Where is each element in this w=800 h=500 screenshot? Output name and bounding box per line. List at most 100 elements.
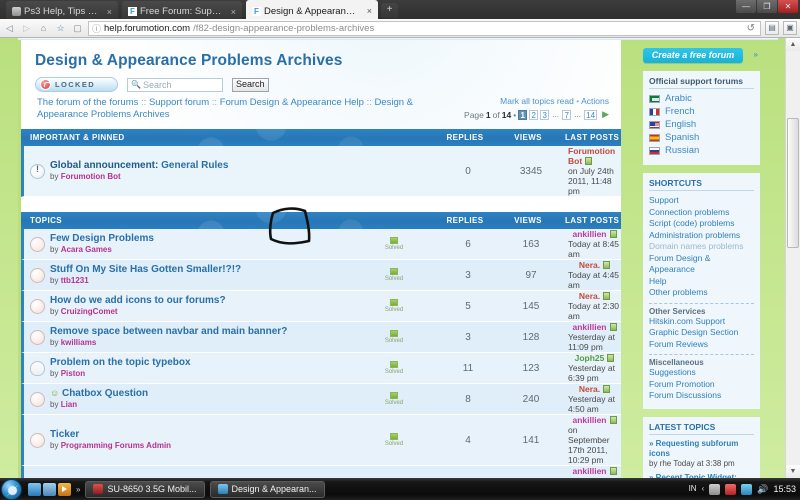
page-button-3[interactable]: 3 <box>540 109 550 120</box>
language-indicator[interactable]: IN <box>689 484 697 495</box>
mark-all-topics-read-link[interactable]: Mark all topics read <box>500 96 574 106</box>
volume-icon[interactable]: 🔊 <box>757 484 768 495</box>
page-button-2[interactable]: 2 <box>529 109 539 120</box>
last-post-user[interactable]: ankillien <box>572 229 606 239</box>
jump-to-post-icon[interactable] <box>609 230 617 238</box>
reading-list-icon[interactable]: ▢ <box>71 22 84 35</box>
last-post-user[interactable]: Nera. <box>579 260 600 270</box>
overflow-chevron-icon[interactable]: » <box>76 485 80 494</box>
table-row[interactable]: Global announcement: General Rules by Fo… <box>21 146 621 197</box>
author-name[interactable]: CruizingComet <box>61 307 118 316</box>
sidebar-item-connection-problems[interactable]: Connection problems <box>649 207 754 219</box>
announcement-title[interactable]: General Rules <box>161 160 228 171</box>
row-title[interactable]: Ticker <box>50 429 171 440</box>
author-name[interactable]: ttb1231 <box>61 276 89 285</box>
row-title[interactable]: Problem on the topic typebox <box>50 357 191 368</box>
taskbar-button-modem[interactable]: SU-8650 3.5G Mobil... <box>85 480 205 498</box>
sidebar-item-help[interactable]: Help <box>649 276 754 288</box>
sidebar-item-forum-promotion[interactable]: Forum Promotion <box>649 379 754 391</box>
last-post-user[interactable]: ankillien <box>572 466 606 476</box>
browser-tab-3-active[interactable]: F Design & Appearance Pr... × <box>246 0 378 19</box>
antivirus-icon[interactable] <box>725 483 737 495</box>
show-hidden-icons-icon[interactable]: ‹ <box>702 484 705 495</box>
latest-topic-title[interactable]: » Requesting subforum icons <box>649 439 738 458</box>
row-title[interactable]: ☺ Chatbox Question <box>50 388 148 399</box>
create-free-forum-button[interactable]: Create a free forum <box>643 48 743 63</box>
table-row[interactable]: Stuff On My Site Has Gotten Smaller!?!? b… <box>21 260 621 291</box>
sidebar-item-suggestions[interactable]: Suggestions <box>649 367 754 379</box>
actions-link[interactable]: Actions <box>581 96 609 106</box>
author-name[interactable]: Programming Forums Admin <box>61 441 171 450</box>
row-title[interactable]: Stuff On My Site Has Gotten Smaller!?!? <box>50 264 241 275</box>
bookmark-star-icon[interactable]: ☆ <box>54 22 67 35</box>
sidebar-item-french[interactable]: French <box>649 106 754 117</box>
author-name[interactable]: Piston <box>61 369 85 378</box>
sidebar-item-graphic-design-section[interactable]: Graphic Design Section <box>649 327 754 339</box>
scrollbar-thumb[interactable] <box>787 118 799 248</box>
maximize-button[interactable]: ❐ <box>757 0 777 13</box>
author-name[interactable]: Forumotion Bot <box>61 172 121 181</box>
browser-tab-1[interactable]: Ps3 Help, Tips & Tricks × <box>6 1 118 19</box>
row-title[interactable]: Remove space between navbar and main ban… <box>50 326 287 337</box>
page-button-1[interactable]: 1 <box>518 109 528 120</box>
forward-icon[interactable]: ▷ <box>20 22 33 35</box>
next-page-icon[interactable]: ▶ <box>602 109 609 120</box>
breadcrumb-item-0[interactable]: The forum of the forums <box>37 97 138 108</box>
sidebar-item-administration-problems[interactable]: Administration problems <box>649 230 754 242</box>
reading-view-button[interactable]: ▤ <box>765 21 779 35</box>
close-icon[interactable]: × <box>226 7 236 17</box>
jump-to-post-icon[interactable] <box>609 323 617 331</box>
address-bar[interactable]: ⓘ help.forumotion.com/f82-design-appeara… <box>88 20 761 36</box>
sidebar-item-arabic[interactable]: Arabic <box>649 93 754 104</box>
search-input[interactable]: 🔍 Search <box>127 77 223 92</box>
start-button[interactable] <box>1 478 22 500</box>
jump-to-post-icon[interactable] <box>609 467 617 475</box>
last-post-user[interactable]: Nera. <box>579 291 600 301</box>
author-name[interactable]: kwilliams <box>61 338 97 347</box>
breadcrumb-item-2[interactable]: Forum Design & Appearance Help <box>220 97 364 108</box>
search-button[interactable]: Search <box>232 77 269 92</box>
row-title[interactable]: How do we add icons to our forums? <box>50 295 226 306</box>
jump-to-post-icon[interactable] <box>585 157 593 165</box>
table-row[interactable]: Problem on the topic typebox by Piston Sol… <box>21 353 621 384</box>
table-row[interactable]: Ticker by Programming Forums Admin Solved 4… <box>21 415 621 466</box>
sidebar-item-forum-design-appearance[interactable]: Forum Design & Appearance <box>649 253 754 276</box>
media-player-icon[interactable] <box>58 482 71 496</box>
list-item[interactable]: » Requesting subforum icons by rhe Today … <box>649 439 754 469</box>
sidebar-item-russian[interactable]: Russian <box>649 145 754 156</box>
home-icon[interactable]: ⌂ <box>37 22 50 35</box>
new-tab-button[interactable]: + <box>381 3 398 18</box>
taskbar-button-browser[interactable]: Design & Appearan... <box>209 480 325 498</box>
scroll-up-icon[interactable]: ▲ <box>786 38 800 51</box>
page-button-14[interactable]: 14 <box>584 109 598 120</box>
browser-tab-2[interactable]: F Free Forum: Support For... × <box>122 1 242 19</box>
sidebar-item-english[interactable]: English <box>649 119 754 130</box>
pane-button[interactable]: ▣ <box>783 21 797 35</box>
row-title[interactable]: Few Design Problems <box>50 233 154 244</box>
last-post-user[interactable]: ankillien <box>572 415 606 425</box>
sidebar-item-script-code-problems[interactable]: Script (code) problems <box>649 218 754 230</box>
breadcrumb-item-1[interactable]: Support forum <box>149 97 209 108</box>
table-row[interactable]: How do we add icons to our forums? by Cru… <box>21 291 621 322</box>
sidebar-item-forum-discussions[interactable]: Forum Discussions <box>649 390 754 402</box>
page-scrollbar[interactable]: ▲ ▼ <box>785 38 800 478</box>
jump-to-post-icon[interactable] <box>603 385 611 393</box>
sidebar-item-support[interactable]: Support <box>649 195 754 207</box>
jump-to-post-icon[interactable] <box>609 416 617 424</box>
row-title[interactable]: Global announcement: General Rules <box>50 160 228 171</box>
sidebar-item-forum-reviews[interactable]: Forum Reviews <box>649 339 754 351</box>
close-icon[interactable]: × <box>102 7 112 17</box>
close-window-button[interactable]: ✕ <box>778 0 798 13</box>
last-post-user[interactable]: Nera. <box>579 384 600 394</box>
jump-to-post-icon[interactable] <box>607 354 615 362</box>
close-icon[interactable]: × <box>362 6 372 16</box>
jump-to-post-icon[interactable] <box>603 292 611 300</box>
jump-to-post-icon[interactable] <box>603 261 611 269</box>
back-icon[interactable]: ◁ <box>3 22 16 35</box>
folder-icon[interactable] <box>43 482 56 496</box>
sidebar-item-other-problems[interactable]: Other problems <box>649 287 754 299</box>
table-row[interactable]: Remove space between navbar and main ban… <box>21 322 621 353</box>
table-row[interactable]: Few Design Problems by Acara Games Solved 6… <box>21 229 621 260</box>
sync-icon[interactable] <box>741 483 753 495</box>
table-row[interactable]: ☺ Chatbox Question by Lian Solved 8 240 Nera.… <box>21 384 621 415</box>
